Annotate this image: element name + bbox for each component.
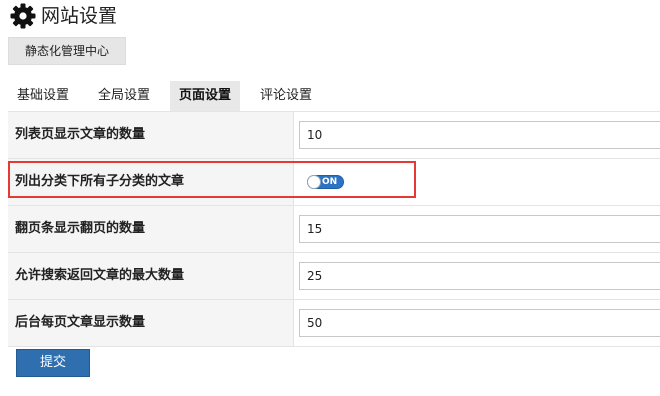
settings-form: 列表页显示文章的数量 列出分类下所有子分类的文章 ON 翻页条显示翻页的数量 允… [8,111,660,347]
form-label: 翻页条显示翻页的数量 [8,206,294,252]
page-header: 网站设置 [10,2,117,30]
form-row-subcategory: 列出分类下所有子分类的文章 ON [8,159,660,206]
form-value-cell [295,253,660,299]
pager-count-input[interactable] [299,215,660,243]
tab-basic[interactable]: 基础设置 [8,81,78,111]
static-center-button[interactable]: 静态化管理中心 [8,37,126,65]
tab-global[interactable]: 全局设置 [89,81,159,111]
form-value-cell [295,112,660,158]
toggle-knob [307,175,321,189]
form-row-search-max: 允许搜索返回文章的最大数量 [8,253,660,300]
list-count-input[interactable] [299,121,660,149]
submit-button[interactable]: 提交 [16,349,90,377]
form-label: 允许搜索返回文章的最大数量 [8,253,294,299]
form-value-cell: ON [295,159,660,205]
gear-icon [10,3,36,29]
form-label: 后台每页文章显示数量 [8,300,294,346]
toggle-state-label: ON [322,177,338,187]
form-value-cell [295,206,660,252]
form-value-cell [295,300,660,346]
admin-page-count-input[interactable] [299,309,660,337]
form-row-pager-count: 翻页条显示翻页的数量 [8,206,660,253]
form-row-list-count: 列表页显示文章的数量 [8,112,660,159]
form-label: 列表页显示文章的数量 [8,112,294,158]
form-label: 列出分类下所有子分类的文章 [8,159,294,205]
form-row-admin-page-count: 后台每页文章显示数量 [8,300,660,347]
subcategory-toggle[interactable]: ON [307,175,344,189]
tab-comment[interactable]: 评论设置 [251,81,321,111]
tab-page[interactable]: 页面设置 [170,81,241,111]
settings-tabs: 基础设置 全局设置 页面设置 评论设置 [8,81,660,112]
search-max-input[interactable] [299,262,660,290]
page-title: 网站设置 [41,5,118,27]
